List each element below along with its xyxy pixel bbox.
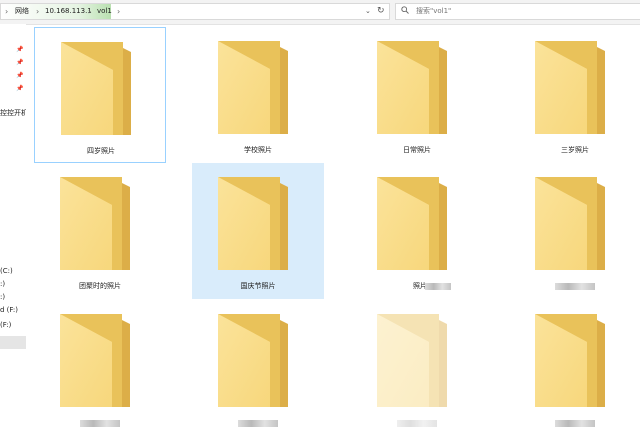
redacted-label <box>425 283 451 290</box>
folder-icon <box>535 41 605 134</box>
pin-icon: 📌 <box>16 46 24 53</box>
folder-item[interactable]: 照片 <box>351 163 483 299</box>
folder-item[interactable]: 四岁照片 <box>34 27 166 163</box>
nav-item-drive[interactable]: :) <box>0 292 5 302</box>
nav-item-drive-f[interactable]: d (F:) <box>0 305 18 315</box>
search-icon <box>401 5 409 18</box>
folder-icon <box>218 177 288 270</box>
nav-item-drive-f[interactable]: (F:) <box>0 320 11 330</box>
chevron-right-icon[interactable]: › <box>36 5 39 18</box>
folder-item[interactable] <box>509 300 640 436</box>
redacted-label <box>80 420 120 427</box>
folder-icon <box>218 314 288 407</box>
folder-item[interactable] <box>351 300 483 436</box>
folder-label: 四岁照片 <box>87 147 115 155</box>
folder-item[interactable] <box>509 163 640 299</box>
nav-selected-item[interactable] <box>0 336 26 349</box>
folder-item[interactable]: 三岁照片 <box>509 27 640 163</box>
folder-icon <box>377 41 447 134</box>
folder-label: 学校照片 <box>244 146 272 154</box>
redacted-label <box>397 420 437 427</box>
folder-label: 团聚时的照片 <box>79 282 121 290</box>
folder-item[interactable]: 国庆节照片 <box>192 163 324 299</box>
chevron-right-icon[interactable]: › <box>5 5 8 18</box>
folder-icon <box>377 314 447 407</box>
refresh-icon[interactable]: ↻ <box>377 4 385 19</box>
folder-label: 国庆节照片 <box>240 282 276 290</box>
folder-label: 日常照片 <box>403 146 431 154</box>
folder-icon <box>535 314 605 407</box>
chevron-right-icon[interactable]: › <box>117 5 120 18</box>
toolbar: › 网络 › 10.168.113.1 › vol1 › ⌄ ↻ 搜索"vol1… <box>0 0 640 25</box>
folder-icon <box>377 177 447 270</box>
folder-item[interactable]: 学校照片 <box>192 27 324 163</box>
folder-icon <box>218 41 288 134</box>
nav-item-drive[interactable]: :) <box>0 279 5 289</box>
redacted-label <box>555 283 595 290</box>
folder-icon <box>535 177 605 270</box>
nav-item-drive-c[interactable]: (C:) <box>0 266 13 276</box>
folder-label: 照片 <box>413 282 427 290</box>
folder-item[interactable] <box>192 300 324 436</box>
pin-icon: 📌 <box>16 85 24 92</box>
folder-icon <box>61 42 131 135</box>
navigation-pane: 📌 📌 📌 📌 控控开机 (C:) :) :) d (F:) (F:) <box>0 24 26 446</box>
pin-icon: 📌 <box>16 59 24 66</box>
folder-item[interactable]: 日常照片 <box>351 27 483 163</box>
search-input[interactable]: 搜索"vol1" <box>416 5 451 18</box>
pin-icon: 📌 <box>16 72 24 79</box>
breadcrumb-vol1[interactable]: vol1 <box>97 5 112 18</box>
chevron-down-icon[interactable]: ⌄ <box>365 5 371 18</box>
address-bar[interactable]: › 网络 › 10.168.113.1 › vol1 › ⌄ ↻ <box>0 3 390 20</box>
breadcrumb-network[interactable]: 网络 <box>15 5 29 18</box>
redacted-label <box>238 420 278 427</box>
folder-icon <box>60 314 130 407</box>
redacted-label <box>555 420 595 427</box>
nav-item[interactable]: 控控开机 <box>0 108 26 118</box>
breadcrumb-host[interactable]: 10.168.113.1 <box>45 5 92 18</box>
folder-icon <box>60 177 130 270</box>
folder-item[interactable]: 团聚时的照片 <box>34 163 166 299</box>
search-box[interactable]: 搜索"vol1" <box>395 3 640 20</box>
folder-item[interactable] <box>34 300 166 436</box>
folder-label: 三岁照片 <box>561 146 589 154</box>
chevron-right-icon[interactable]: › <box>88 5 91 18</box>
